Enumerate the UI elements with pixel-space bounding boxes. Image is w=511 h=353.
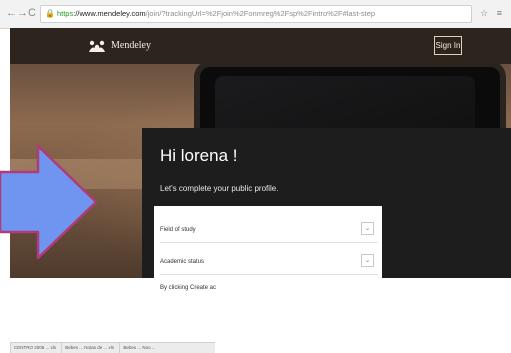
greeting-title: Hi lorena ! (160, 146, 238, 165)
profile-subtitle: Let's complete your public profile. (160, 184, 279, 193)
arrow-right-icon[interactable]: → (17, 7, 28, 19)
chevron-down-icon[interactable]: ⌄ (361, 254, 374, 267)
academic-status-select[interactable]: Academic status ⌄ (160, 250, 378, 275)
address-bar[interactable]: 🔒 https://www.mendeley.com/join/?tracking… (40, 5, 472, 23)
lock-icon: 🔒 (45, 9, 55, 18)
mendeley-logo-icon[interactable] (88, 39, 106, 53)
academic-status-label: Academic status (160, 259, 205, 265)
profile-form: Field of study ⌄ Academic status ⌄ By cl… (154, 206, 382, 352)
sign-in-button[interactable]: Sign In (434, 36, 462, 55)
browser-tools[interactable]: ☆ ≡ (480, 8, 505, 19)
consent-text: By clicking Create ac (160, 285, 217, 291)
logo-text[interactable]: Mendeley (111, 40, 151, 51)
url-host: ://www.mendeley.com (73, 9, 146, 18)
browser-toolbar: ← → C 🔒 https://www.mendeley.com/join/?tr… (0, 0, 511, 29)
mendeley-header: Mendeley Sign In (10, 28, 511, 64)
field-of-study-select[interactable]: Field of study ⌄ (160, 218, 378, 243)
chevron-down-icon[interactable]: ⌄ (361, 222, 374, 235)
arrow-right-icon (0, 144, 98, 260)
downloads-bar: CENTRO 2006 ... xls Bebes ... Notas de .… (10, 342, 215, 353)
field-of-study-label: Field of study (160, 227, 196, 233)
arrow-left-icon[interactable]: ← (6, 7, 17, 19)
reload-icon[interactable]: C (28, 7, 36, 19)
url-scheme: https (56, 9, 74, 18)
url-path: /join/?trackingUrl=%2Fjoin%2Fonmreg%2Fsp… (145, 9, 376, 18)
